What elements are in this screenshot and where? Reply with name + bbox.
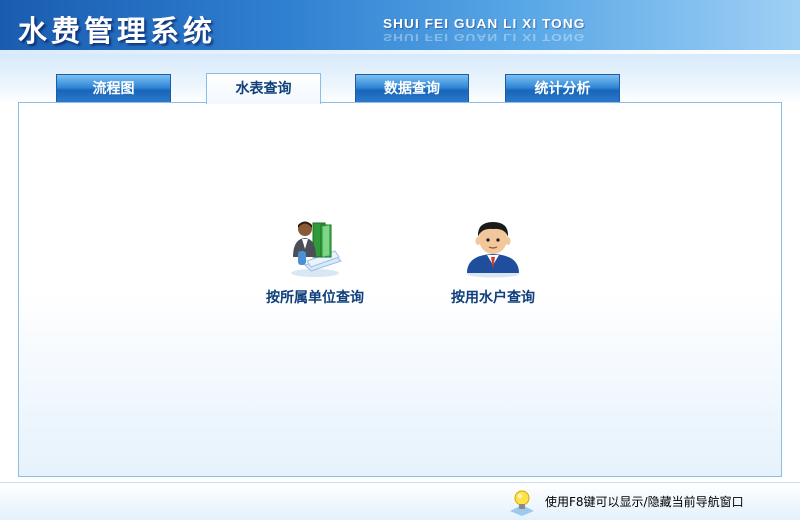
app-subtitle-reflection: SHUI FEI GUAN LI XI TONG: [383, 31, 586, 44]
query-by-unit-button[interactable]: 按所属单位查询: [255, 215, 375, 307]
app-header: 水费管理系统 SHUI FEI GUAN LI XI TONG SHUI FEI…: [0, 0, 800, 54]
content-panel: 按所属单位查询 按用水户查询: [18, 102, 782, 477]
lightbulb-icon: [510, 490, 534, 516]
person-with-books-icon: [291, 221, 342, 277]
app-subtitle: SHUI FEI GUAN LI XI TONG: [383, 16, 586, 31]
user-avatar-icon: [467, 222, 519, 278]
tab-flowchart[interactable]: 流程图: [56, 74, 171, 103]
query-by-user-label: 按用水户查询: [451, 290, 535, 306]
query-by-unit-label: 按所属单位查询: [266, 290, 364, 306]
tab-data-query[interactable]: 数据查询: [355, 74, 469, 103]
query-by-user-button[interactable]: 按用水户查询: [433, 215, 553, 307]
app-title: 水费管理系统: [18, 14, 217, 48]
f8-hint-text: 使用F8键可以显示/隐藏当前导航窗口: [545, 495, 744, 509]
tab-meter-query[interactable]: 水表查询: [206, 73, 321, 104]
status-bar: 使用F8键可以显示/隐藏当前导航窗口: [0, 482, 800, 520]
tab-statistics[interactable]: 统计分析: [505, 74, 620, 103]
